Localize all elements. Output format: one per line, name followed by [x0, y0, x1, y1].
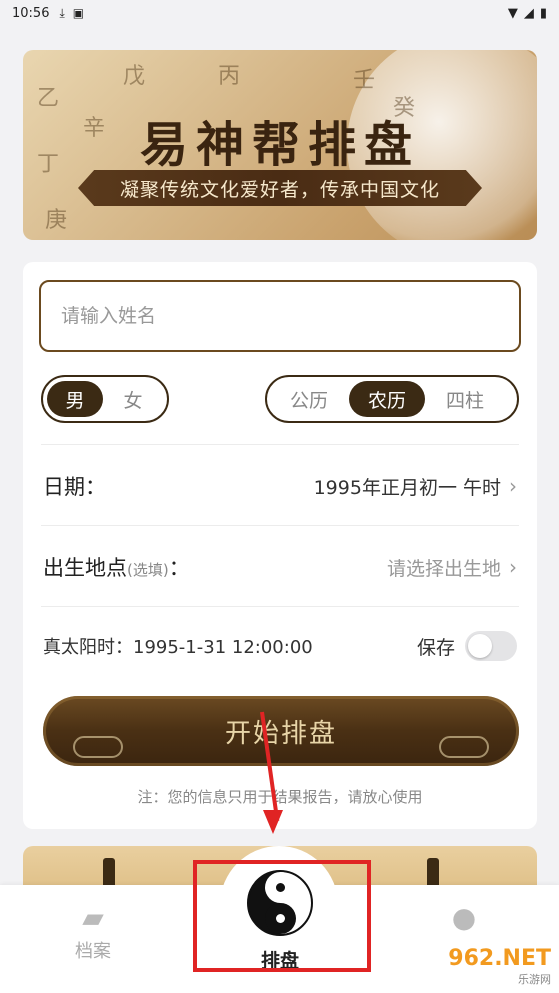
calendar-lunar-option[interactable]: 农历: [349, 381, 425, 417]
calendar-pillars-option[interactable]: 四柱: [427, 381, 503, 417]
privacy-note: 注：您的信息只用于结果报告，请放心使用: [137, 788, 423, 806]
status-time: 10:56: [12, 5, 50, 21]
cloud-ornament-icon: [439, 736, 489, 758]
banner-subtitle: 凝聚传统文化爱好者，传承中国文化: [78, 170, 482, 206]
birthplace-row[interactable]: 出生地点(选填)： 请选择出生地 ›: [43, 549, 517, 585]
chevron-right-icon: ›: [509, 474, 517, 498]
date-row[interactable]: 日期： 1995年正月初一 午时 ›: [43, 468, 517, 504]
birthplace-value: 请选择出生地 ›: [387, 554, 517, 581]
date-value: 1995年正月初一 午时 ›: [314, 473, 517, 500]
signal-icon: ◢: [523, 5, 534, 21]
birthplace-optional-hint: (选填): [127, 561, 169, 579]
banner-title: 易神帮排盘: [139, 117, 420, 173]
birthplace-label-text: 出生地点: [43, 556, 127, 580]
status-bar: 10:56 ⤓ ▣ ▼ ◢ ▮: [0, 0, 559, 26]
annotation-arrow-head: [263, 810, 283, 834]
person-icon: ●: [451, 901, 477, 934]
watermark-logo: 962.NET 乐游网: [448, 946, 551, 987]
date-value-text: 1995年正月初一 午时: [313, 476, 501, 499]
birthplace-placeholder: 请选择出生地: [386, 557, 501, 580]
gender-selector: 男 女: [41, 375, 169, 423]
true-solar-time: 真太阳时：1995-1-31 12:00:00: [43, 637, 313, 658]
tab-archive-label: 档案: [75, 941, 111, 962]
birth-info-form: 男 女 公历 农历 四柱 日期： 1995年正月初一 午时 › 出生地点(选填)…: [23, 262, 537, 829]
start-paipan-button[interactable]: 开始排盘: [43, 696, 519, 766]
banner-bg-char: 丙: [218, 64, 241, 89]
download-icon: ⤓: [59, 5, 65, 20]
gender-male-option[interactable]: 男: [47, 381, 103, 417]
folder-icon: ▰: [82, 901, 104, 934]
banner-bg-char: 壬: [353, 68, 376, 93]
gender-female-option[interactable]: 女: [105, 381, 161, 417]
cloud-ornament-icon: [73, 736, 123, 758]
save-control: 保存: [417, 631, 517, 661]
birthplace-label: 出生地点(选填)：: [43, 552, 190, 582]
date-label: 日期：: [43, 475, 106, 499]
watermark-sub: 乐游网: [518, 973, 551, 986]
header-banner: 戊 丙 乙 辛 丁 庚 壬 癸 易神帮排盘 凝聚传统文化爱好者，传承中国文化: [23, 50, 537, 240]
tab-profile[interactable]: ●: [404, 899, 524, 937]
birthplace-label-colon: ：: [168, 556, 190, 580]
save-label: 保存: [416, 636, 455, 659]
divider: [41, 606, 519, 607]
battery-icon: ▮: [539, 5, 547, 21]
start-paipan-label: 开始排盘: [224, 718, 337, 749]
toggle-knob: [468, 634, 492, 658]
chevron-right-icon: ›: [509, 555, 517, 579]
name-input[interactable]: [39, 280, 521, 352]
banner-bg-char: 戊: [123, 64, 146, 89]
a-icon: ▣: [72, 6, 85, 20]
calendar-solar-option[interactable]: 公历: [271, 381, 347, 417]
watermark-brand: 962.NET: [448, 946, 551, 971]
solar-time-row: 真太阳时：1995-1-31 12:00:00 保存: [43, 628, 517, 664]
divider: [41, 444, 519, 445]
banner-bg-char: 庚: [45, 208, 68, 233]
tab-archive[interactable]: ▰ 档案: [33, 899, 153, 963]
wifi-icon: ▼: [507, 5, 518, 21]
calendar-type-selector: 公历 农历 四柱: [265, 375, 519, 423]
save-toggle[interactable]: [465, 631, 517, 661]
divider: [41, 525, 519, 526]
